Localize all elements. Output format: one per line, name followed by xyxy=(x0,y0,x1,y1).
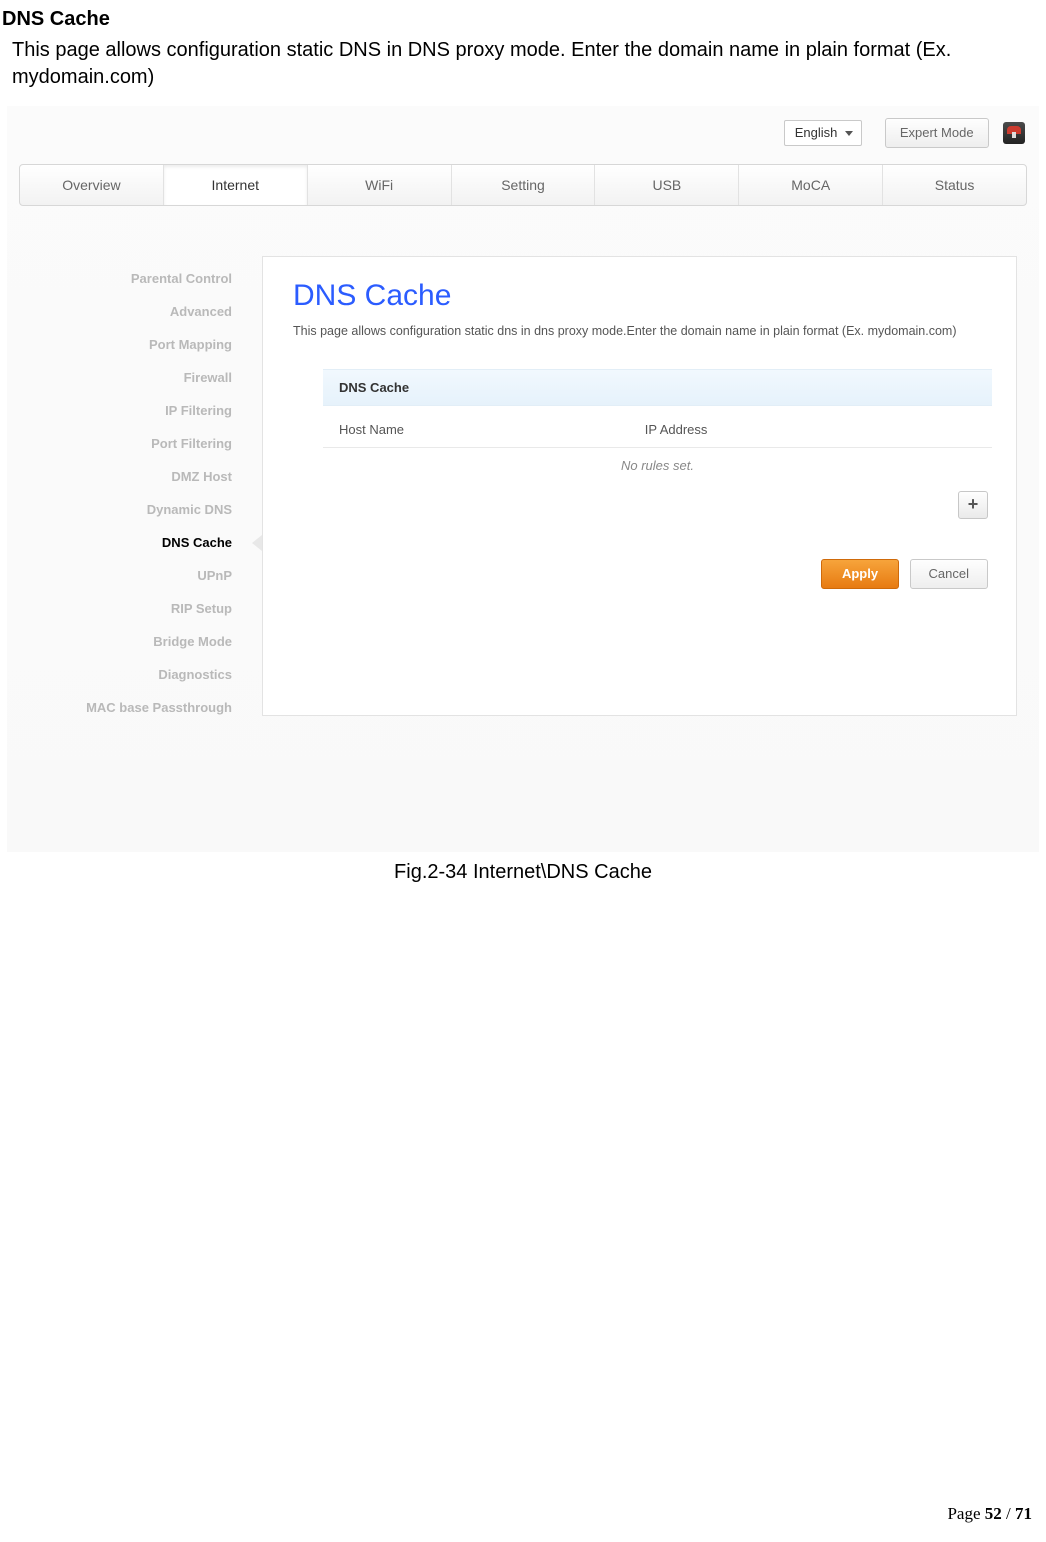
expert-mode-button[interactable]: Expert Mode xyxy=(885,118,989,148)
tab-status[interactable]: Status xyxy=(883,165,1026,205)
sidebar-item-diagnostics[interactable]: Diagnostics xyxy=(7,658,262,691)
sidebar: Parental Control Advanced Port Mapping F… xyxy=(7,256,262,724)
dns-cache-section: DNS Cache Host Name IP Address No rules … xyxy=(323,369,992,589)
doc-intro: This page allows configuration static DN… xyxy=(0,37,1046,105)
tab-moca[interactable]: MoCA xyxy=(739,165,883,205)
sidebar-item-upnp[interactable]: UPnP xyxy=(7,559,262,592)
plus-icon: + xyxy=(968,494,979,514)
content-area: Parental Control Advanced Port Mapping F… xyxy=(7,256,1039,724)
tab-wifi[interactable]: WiFi xyxy=(308,165,452,205)
panel-description: This page allows configuration static dn… xyxy=(293,321,992,341)
cancel-button[interactable]: Cancel xyxy=(910,559,988,589)
section-header: DNS Cache xyxy=(323,369,992,406)
tab-setting[interactable]: Setting xyxy=(452,165,596,205)
sidebar-item-advanced[interactable]: Advanced xyxy=(7,295,262,328)
tab-usb[interactable]: USB xyxy=(595,165,739,205)
sidebar-item-rip-setup[interactable]: RIP Setup xyxy=(7,592,262,625)
empty-state: No rules set. xyxy=(323,448,992,489)
action-buttons: Apply Cancel xyxy=(323,519,992,589)
sidebar-item-parental-control[interactable]: Parental Control xyxy=(7,262,262,295)
column-headers: Host Name IP Address xyxy=(323,406,992,448)
page-footer: Page 52 / 71 xyxy=(947,1504,1032,1524)
main-nav: Overview Internet WiFi Setting USB MoCA … xyxy=(19,164,1027,206)
sidebar-item-firewall[interactable]: Firewall xyxy=(7,361,262,394)
tab-internet[interactable]: Internet xyxy=(164,165,308,205)
figure-caption: Fig.2-34 Internet\DNS Cache xyxy=(0,861,1046,884)
sidebar-item-bridge-mode[interactable]: Bridge Mode xyxy=(7,625,262,658)
language-select[interactable]: English xyxy=(784,120,863,146)
sidebar-item-mac-passthrough[interactable]: MAC base Passthrough xyxy=(7,691,262,724)
main-panel: DNS Cache This page allows configuration… xyxy=(262,256,1017,716)
panel-title: DNS Cache xyxy=(293,279,992,313)
page-sep: / xyxy=(1002,1504,1015,1523)
page-current: 52 xyxy=(985,1504,1002,1523)
sidebar-item-dynamic-dns[interactable]: Dynamic DNS xyxy=(7,493,262,526)
sidebar-item-dns-cache[interactable]: DNS Cache xyxy=(7,526,262,559)
tab-overview[interactable]: Overview xyxy=(20,165,164,205)
add-row: + xyxy=(323,489,992,519)
page-label: Page xyxy=(947,1504,984,1523)
apply-button[interactable]: Apply xyxy=(821,559,899,589)
sidebar-item-port-filtering[interactable]: Port Filtering xyxy=(7,427,262,460)
col-host-name: Host Name xyxy=(339,422,645,437)
add-button[interactable]: + xyxy=(958,491,988,519)
top-bar: English Expert Mode xyxy=(7,106,1039,158)
doc-heading: DNS Cache xyxy=(0,0,1046,37)
sidebar-item-dmz-host[interactable]: DMZ Host xyxy=(7,460,262,493)
sidebar-item-port-mapping[interactable]: Port Mapping xyxy=(7,328,262,361)
router-screenshot: English Expert Mode Overview Internet Wi… xyxy=(6,105,1040,853)
sidebar-item-ip-filtering[interactable]: IP Filtering xyxy=(7,394,262,427)
page-total: 71 xyxy=(1015,1504,1032,1523)
dashboard-icon[interactable] xyxy=(1003,122,1025,144)
col-ip-address: IP Address xyxy=(645,422,976,437)
